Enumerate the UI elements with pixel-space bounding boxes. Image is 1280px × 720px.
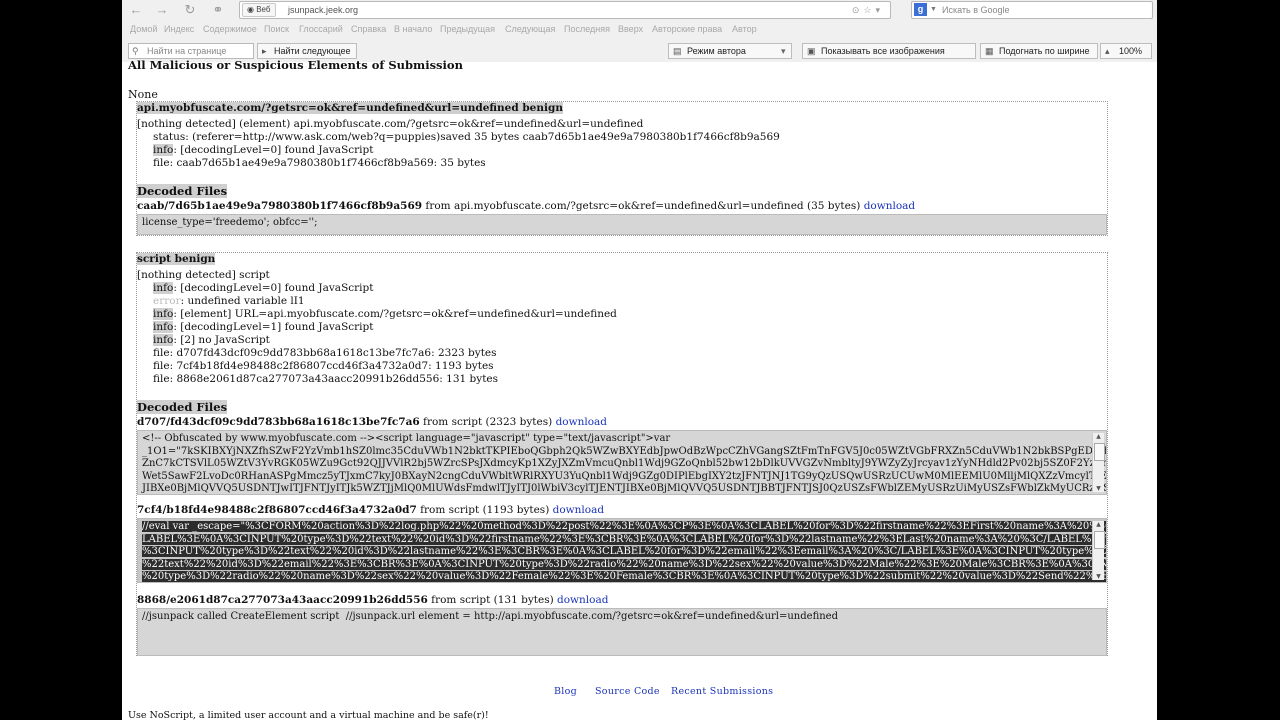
file-line: file: d707fd43dcf09c9dd783bb68a1618c13be… bbox=[153, 347, 497, 359]
zoom-control[interactable]: ▴ 100% bbox=[1100, 43, 1152, 59]
file-line: file: 8868e2061d87ca277073a43aacc20991b2… bbox=[153, 373, 499, 385]
source-code-link[interactable]: Source Code bbox=[595, 686, 660, 697]
code-text: //eval var _escape="%3CFORM%20action%3D%… bbox=[142, 521, 1106, 582]
menu-author[interactable]: Автор bbox=[732, 24, 757, 34]
zoom-arrow-icon: ▴ bbox=[1105, 46, 1110, 56]
navigation-bar: ← → ↻ ⚭ ◉ Веб jsunpack.jeek.org ⊙☆▾ g ▼ … bbox=[122, 0, 1157, 20]
block-title: script benign bbox=[137, 253, 216, 265]
decoded-files-heading: Decoded Files bbox=[137, 184, 228, 198]
detection-line: [nothing detected] script bbox=[137, 269, 270, 281]
error-line: error: undefined variable lI1 bbox=[153, 295, 305, 307]
download-link[interactable]: download bbox=[557, 594, 608, 606]
decoded-file-line: 7cf4/b18fd4e98488c2f86807ccd46f3a4732a0d… bbox=[137, 504, 605, 516]
decoded-files-heading: Decoded Files bbox=[137, 400, 228, 414]
blog-link[interactable]: Blog bbox=[554, 686, 577, 697]
menu-last[interactable]: Последняя bbox=[564, 24, 610, 34]
info-line: info: [decodingLevel=0] found JavaScript bbox=[153, 282, 374, 294]
menu-home[interactable]: Домой bbox=[130, 24, 157, 34]
browser-toolbar: ← → ↻ ⚭ ◉ Веб jsunpack.jeek.org ⊙☆▾ g ▼ … bbox=[122, 0, 1157, 63]
code-textarea[interactable]: //eval var _escape="%3CFORM%20action%3D%… bbox=[137, 518, 1107, 583]
code-textarea[interactable]: <!-- Obfuscated by www.myobfuscate.com -… bbox=[137, 430, 1107, 495]
dropdown-arrow-icon: ▾ bbox=[781, 46, 786, 56]
code-text: //jsunpack called CreateElement script /… bbox=[142, 611, 838, 622]
menu-search[interactable]: Поиск bbox=[264, 24, 289, 34]
back-arrow-icon[interactable]: ← bbox=[126, 2, 146, 18]
find-next-button[interactable]: ▸ Найти следующее bbox=[257, 43, 357, 59]
none-text: None bbox=[128, 88, 158, 101]
scroll-up-icon[interactable]: ▲ bbox=[1093, 433, 1104, 440]
scroll-down-icon[interactable]: ▼ bbox=[1093, 573, 1104, 580]
menu-up[interactable]: Вверх bbox=[618, 24, 643, 34]
info-line: info: [element] URL=api.myobfuscate.com/… bbox=[153, 308, 617, 320]
scroll-thumb[interactable] bbox=[1094, 531, 1105, 549]
reload-icon[interactable]: ↻ bbox=[180, 2, 200, 18]
footer-note: Use NoScript, a limited user account and… bbox=[128, 710, 489, 720]
status-line: status: (referer=http://www.ask.com/web?… bbox=[153, 131, 780, 143]
menu-glossary[interactable]: Глоссарий bbox=[299, 24, 343, 34]
address-bar[interactable]: ◉ Веб jsunpack.jeek.org ⊙☆▾ bbox=[239, 1, 891, 19]
decoded-file-line: caab/7d65b1ae49e9a7980380b1f7466cf8b9a56… bbox=[137, 200, 916, 212]
scroll-up-icon[interactable]: ▲ bbox=[1093, 521, 1104, 528]
magnifier-icon: ⚲ bbox=[132, 46, 139, 56]
search-field[interactable]: g ▼ Искать в Google bbox=[911, 1, 1153, 19]
menu-copyright[interactable]: Авторские права bbox=[652, 24, 722, 34]
menu-contents[interactable]: Содержимое bbox=[203, 24, 257, 34]
code-text: license_type='freedemo'; obfcc=''; bbox=[142, 217, 318, 228]
site-badge[interactable]: ◉ Веб bbox=[242, 3, 276, 17]
image-icon: ▣ bbox=[807, 46, 816, 56]
element-block-script: script benign [nothing detected] script … bbox=[136, 252, 1108, 656]
scroll-thumb[interactable] bbox=[1094, 443, 1105, 461]
menu-help[interactable]: Справка bbox=[351, 24, 386, 34]
menu-next[interactable]: Следующая bbox=[505, 24, 555, 34]
block-title: api.myobfuscate.com/?getsrc=ok&ref=undef… bbox=[137, 102, 563, 114]
fit-width-button[interactable]: ▦ Подогнать по ширине bbox=[980, 43, 1098, 59]
menu-first[interactable]: В начало bbox=[394, 24, 432, 34]
download-link[interactable]: download bbox=[556, 416, 607, 428]
find-input[interactable]: ⚲ Найти на странице bbox=[128, 43, 254, 59]
download-link[interactable]: download bbox=[864, 200, 915, 212]
author-mode-select[interactable]: ▤ Режим автора ▾ bbox=[668, 43, 792, 59]
download-link[interactable]: download bbox=[553, 504, 604, 516]
info-line: info: [decodingLevel=0] found JavaScript bbox=[153, 144, 374, 156]
decoded-file-line: d707/fd43dcf09c9dd783bb68a1618c13be7fc7a… bbox=[137, 416, 608, 428]
detection-line: [nothing detected] (element) api.myobfus… bbox=[137, 118, 644, 130]
show-images-button[interactable]: ▣ Показывать все изображения bbox=[802, 43, 976, 59]
browser-window: ← → ↻ ⚭ ◉ Веб jsunpack.jeek.org ⊙☆▾ g ▼ … bbox=[122, 0, 1157, 720]
file-line: file: 7cf4b18fd4e98488c2f86807ccd46f3a47… bbox=[153, 360, 494, 372]
fit-width-icon: ▦ bbox=[985, 46, 994, 56]
forward-arrow-icon[interactable]: → bbox=[152, 2, 172, 18]
info-line: info: [2] no JavaScript bbox=[153, 334, 270, 346]
page-content: All Malicious or Suspicious Elements of … bbox=[122, 58, 1157, 720]
info-line: info: [decodingLevel=1] found JavaScript bbox=[153, 321, 374, 333]
link-toolbar: Домой Индекс Содержимое Поиск Глоссарий … bbox=[122, 22, 1157, 40]
vertical-scrollbar[interactable]: ▲ ▼ bbox=[1092, 433, 1105, 492]
next-arrow-icon: ▸ bbox=[262, 46, 267, 56]
author-mode-icon: ▤ bbox=[673, 46, 682, 56]
info-tag: info bbox=[153, 144, 174, 156]
recent-submissions-link[interactable]: Recent Submissions bbox=[671, 686, 773, 697]
menu-index[interactable]: Индекс bbox=[164, 24, 194, 34]
google-icon[interactable]: g bbox=[914, 3, 927, 16]
code-text: <!-- Obfuscated by www.myobfuscate.com -… bbox=[142, 433, 1107, 494]
element-block-api: api.myobfuscate.com/?getsrc=ok&ref=undef… bbox=[136, 101, 1108, 236]
globe-icon: ◉ bbox=[247, 5, 254, 14]
url-text[interactable]: jsunpack.jeek.org bbox=[288, 2, 358, 18]
chevron-down-icon[interactable]: ▼ bbox=[930, 2, 937, 18]
vertical-scrollbar[interactable]: ▲ ▼ bbox=[1092, 521, 1105, 580]
scroll-down-icon[interactable]: ▼ bbox=[1093, 485, 1104, 492]
menu-previous[interactable]: Предыдущая bbox=[440, 24, 495, 34]
page-heading: All Malicious or Suspicious Elements of … bbox=[128, 58, 463, 72]
file-line: file: caab7d65b1ae49e9a7980380b1f7466cf8… bbox=[153, 157, 486, 169]
code-textarea[interactable]: //jsunpack called CreateElement script /… bbox=[137, 608, 1107, 656]
decoded-file-line: 8868/e2061d87ca277073a43aacc20991b26dd55… bbox=[137, 594, 609, 606]
code-textarea[interactable]: license_type='freedemo'; obfcc=''; bbox=[137, 214, 1107, 235]
search-placeholder: Искать в Google bbox=[942, 5, 1010, 15]
key-icon[interactable]: ⚭ bbox=[208, 2, 228, 18]
feed-icon[interactable]: ⊙☆▾ bbox=[852, 2, 884, 18]
